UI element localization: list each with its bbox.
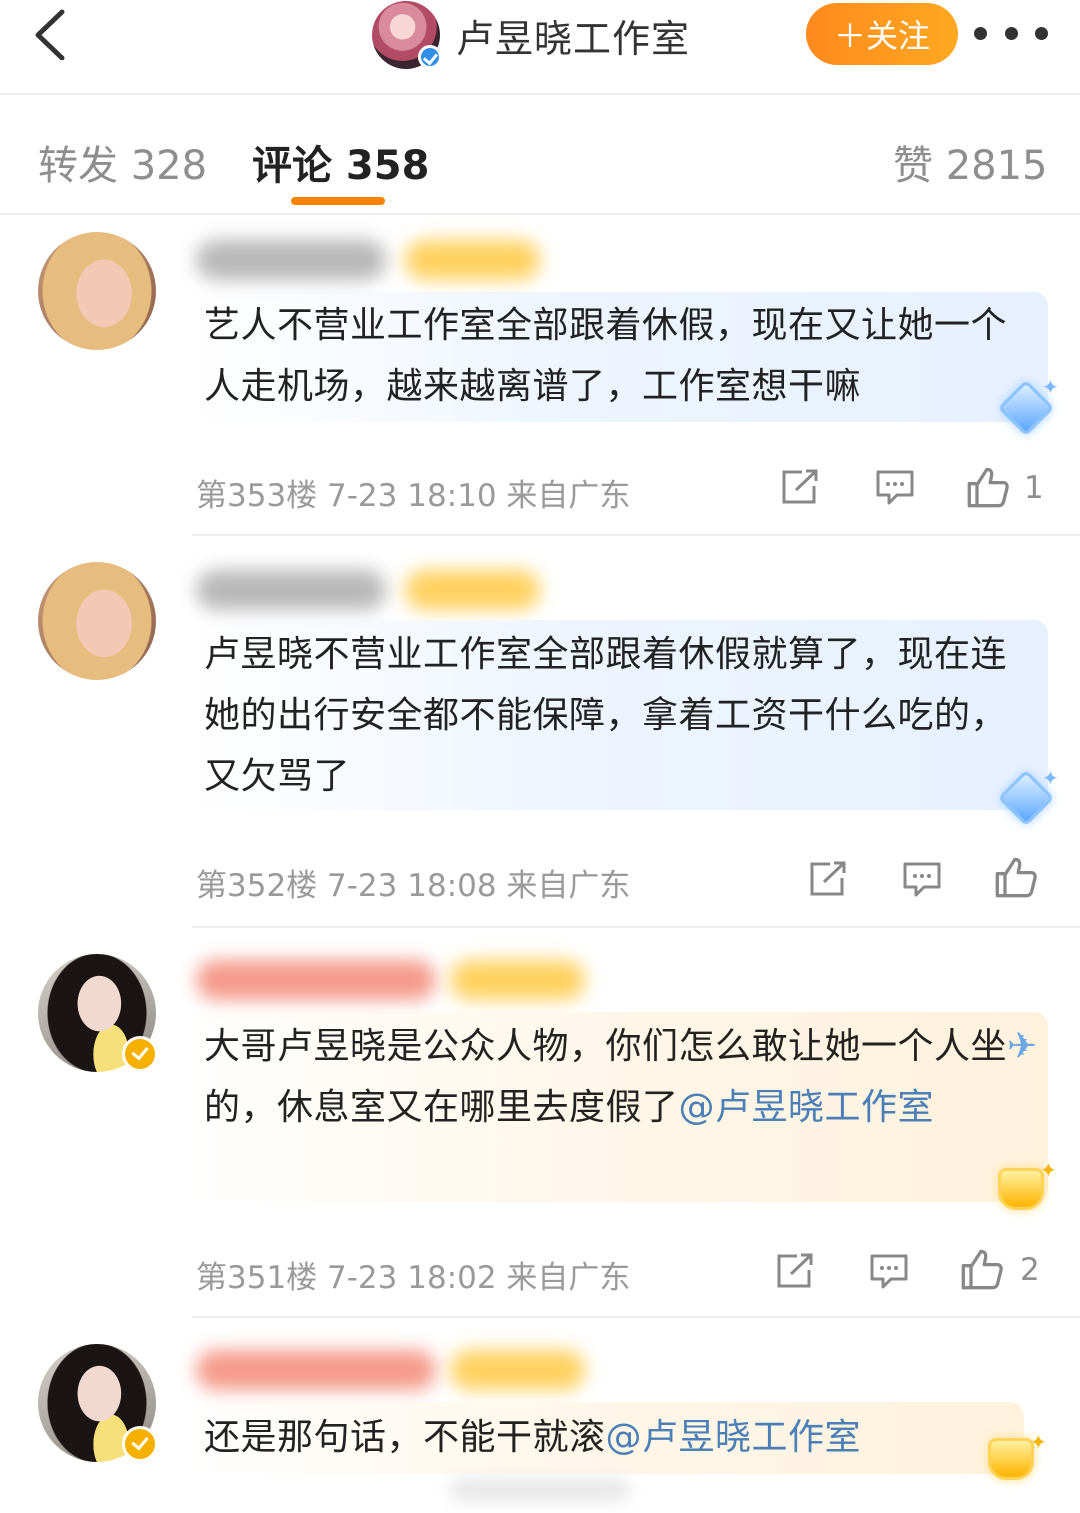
username-blurred[interactable]	[196, 570, 386, 610]
share-icon[interactable]	[780, 468, 820, 506]
comment-text: 大哥卢昱晓是公众人物，你们怎么敢让她一个人坐✈ 的，休息室又在哪里去度假了@卢昱晓…	[198, 1012, 1038, 1138]
verified-icon	[418, 45, 442, 69]
verified-gold-icon	[122, 1036, 158, 1072]
chevron-left-icon[interactable]	[28, 8, 76, 60]
watermark-smudge	[450, 1478, 630, 1502]
comment-icon[interactable]	[869, 1252, 909, 1290]
share-icon[interactable]	[775, 1252, 815, 1290]
top-bar: 卢昱晓工作室 ＋关注	[0, 0, 1080, 95]
avatar[interactable]	[38, 232, 156, 350]
comment-bubble: 艺人不营业工作室全部跟着休假，现在又让她一个人走机场，越来越离谱了，工作室想干嘛	[188, 292, 1048, 422]
comment-text: 卢昱晓不营业工作室全部跟着休假就算了，现在连她的出行安全都不能保障，拿着工资干什…	[204, 634, 1008, 797]
thumbs-up-icon[interactable]	[994, 856, 1038, 898]
account-name[interactable]: 卢昱晓工作室	[456, 8, 690, 63]
active-tab-indicator	[291, 197, 385, 205]
mention-link[interactable]: @卢昱晓工作室	[606, 1417, 862, 1458]
crown-decoration-icon	[988, 1438, 1034, 1480]
crown-decoration-icon	[998, 1168, 1044, 1210]
comment-text-part: 大哥卢昱晓是公众人物，你们怎么敢让她一个人坐	[204, 1026, 1008, 1067]
mention-link[interactable]: @卢昱晓工作室	[679, 1087, 935, 1128]
tab-comments[interactable]: 评论 358	[252, 133, 429, 191]
comment-bubble: 大哥卢昱晓是公众人物，你们怎么敢让她一个人坐✈ 的，休息室又在哪里去度假了@卢昱晓…	[188, 1012, 1048, 1202]
share-icon[interactable]	[808, 860, 848, 898]
comment-meta: 第352楼 7-23 18:08 来自广东	[196, 868, 631, 904]
sparkle-icon: ✦	[1040, 1158, 1057, 1182]
airplane-emoji: ✈	[1007, 1026, 1038, 1067]
sparkle-icon: ✦	[1042, 375, 1059, 399]
tab-likes[interactable]: 赞 2815	[893, 133, 1048, 191]
comment-bubble: 卢昱晓不营业工作室全部跟着休假就算了，现在连她的出行安全都不能保障，拿着工资干什…	[188, 620, 1048, 810]
comment-text: 艺人不营业工作室全部跟着休假，现在又让她一个人走机场，越来越离谱了，工作室想干嘛	[204, 305, 1008, 407]
thumbs-up-icon[interactable]	[966, 466, 1010, 508]
comment-text-part: 还是那句话，不能干就滚	[204, 1417, 606, 1458]
tab-reposts[interactable]: 转发 328	[38, 133, 207, 191]
sparkle-icon: ✦	[1030, 1430, 1047, 1454]
username-blurred[interactable]	[196, 960, 436, 1000]
divider	[192, 1316, 1080, 1318]
tab-bar: 转发 328 评论 358 赞 2815	[0, 97, 1080, 215]
like-count: 2	[1020, 1252, 1040, 1288]
divider	[192, 534, 1080, 536]
user-badge-blurred	[450, 1350, 585, 1390]
like-count: 1	[1024, 470, 1044, 506]
account-avatar[interactable]	[372, 1, 442, 69]
username-blurred[interactable]	[196, 240, 386, 280]
comment-text-part: 的，休息室又在哪里去度假了	[204, 1087, 679, 1128]
user-badge-blurred	[405, 240, 540, 280]
comment-icon[interactable]	[875, 468, 915, 506]
comment-meta: 第353楼 7-23 18:10 来自广东	[196, 478, 631, 514]
thumbs-up-icon[interactable]	[960, 1248, 1004, 1290]
comment-meta: 第351楼 7-23 18:02 来自广东	[196, 1260, 631, 1296]
user-badge-blurred	[405, 570, 540, 610]
follow-button[interactable]: ＋关注	[806, 3, 958, 65]
comment-bubble: 还是那句话，不能干就滚@卢昱晓工作室	[188, 1402, 1024, 1474]
avatar[interactable]	[38, 562, 156, 680]
comment-icon[interactable]	[902, 860, 942, 898]
divider	[192, 926, 1080, 928]
verified-gold-icon	[122, 1426, 158, 1462]
more-dots-icon[interactable]	[974, 18, 1048, 48]
comment-text: 还是那句话，不能干就滚@卢昱晓工作室	[198, 1402, 1014, 1468]
sparkle-icon: ✦	[1042, 766, 1059, 790]
account-header[interactable]: 卢昱晓工作室	[372, 0, 690, 70]
user-badge-blurred	[450, 960, 585, 1000]
username-blurred[interactable]	[196, 1350, 436, 1390]
